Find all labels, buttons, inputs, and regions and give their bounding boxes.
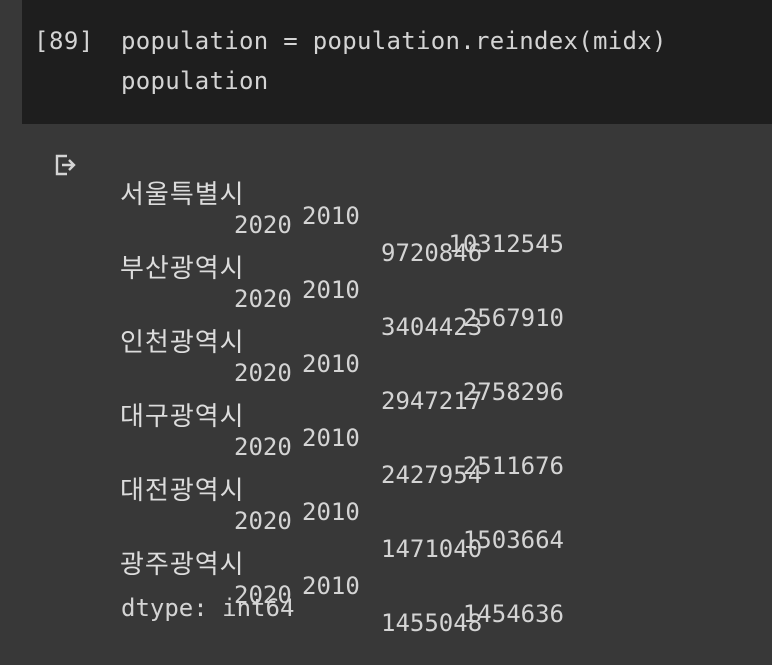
series-row: 2020 1455048 <box>22 553 772 637</box>
series-row: 부산광역시 2010 2567910 <box>22 220 772 332</box>
series-row: 서울특별시 2010 10312545 <box>22 146 772 258</box>
series-row: 2020 2427954 <box>22 405 772 489</box>
series-row: 2020 2947217 <box>22 331 772 415</box>
series-row: 2020 9720846 <box>22 183 772 267</box>
code-line[interactable]: population <box>121 67 269 95</box>
series-row: 대전광역시 2010 1503664 <box>22 442 772 554</box>
series-row: 2020 1471040 <box>22 479 772 563</box>
series-row: 대구광역시 2010 2511676 <box>22 368 772 480</box>
execution-count: [89] <box>34 27 94 55</box>
series-row: 2020 3404423 <box>22 257 772 341</box>
series-row: 광주광역시 2010 1454636 <box>22 516 772 628</box>
series-value: 1455048 <box>381 609 483 637</box>
dtype-label: dtype: int64 <box>121 594 295 622</box>
series-row: 인천광역시 2010 2758296 <box>22 294 772 406</box>
output-area: 서울특별시 2010 10312545 2020 9720846 부산광역시 2… <box>22 124 772 640</box>
code-line[interactable]: population = population.reindex(midx) <box>121 27 667 55</box>
code-cell[interactable]: [89] population = population.reindex(mid… <box>22 0 772 124</box>
